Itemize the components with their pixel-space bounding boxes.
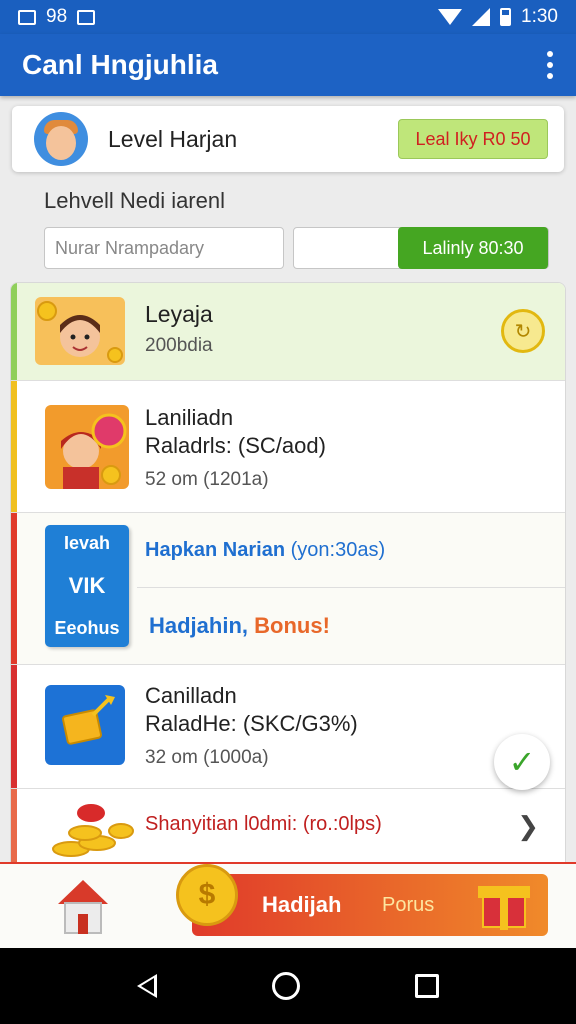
row-stripe <box>11 665 17 788</box>
character-image <box>45 405 129 489</box>
system-nav-bar <box>0 948 576 1024</box>
item-detail: Raladrls: (SC/aod) <box>145 433 326 458</box>
status-bar: 98 1:30 <box>0 0 576 34</box>
bonus-banner-label: Hadijah <box>262 892 342 917</box>
signal-icon <box>472 8 491 26</box>
list-item[interactable]: Laniliadn Raladrls: (SC/aod) 52 om (1201… <box>11 381 565 513</box>
status-left: 98 <box>18 6 96 28</box>
refresh-icon[interactable]: ↻ <box>501 309 545 353</box>
back-icon[interactable] <box>137 974 158 998</box>
level-name: Level Harjan <box>108 125 238 152</box>
avatar <box>34 112 88 166</box>
list-item[interactable]: Canilladn RaladHe: (SKC/G3%) 32 om (1000… <box>11 665 565 789</box>
row-stripe <box>11 513 17 664</box>
row-stripe <box>11 789 17 862</box>
divider <box>137 587 565 588</box>
coin-icon: $ <box>176 864 238 926</box>
item-subtitle: 200bdia <box>145 335 213 356</box>
item-meta: 52 om (1201a) <box>145 469 269 490</box>
list-item[interactable]: Ievah VIK Eeohus Hapkan Narian (yon:30as… <box>11 513 565 665</box>
notification-icon <box>18 9 36 25</box>
level-card: Level Harjan Leal Iky R0 50 <box>12 106 564 172</box>
bonus-banner-sub: Porus <box>382 894 435 916</box>
bonus-card-bottom: Eeohus <box>54 618 120 638</box>
search-button[interactable]: Lalinly 80:30 <box>398 227 548 269</box>
row-stripe <box>11 381 17 512</box>
bonus-banner-button[interactable]: $ Hadijah Porus <box>176 864 548 936</box>
item-title: Laniliadn <box>145 405 234 430</box>
item-title-light: (yon:30as) <box>290 539 386 561</box>
list-item[interactable]: Shanyitian l0dmi: (ro.:0lps) ❯ <box>11 789 565 862</box>
status-left-text: 98 <box>46 6 68 27</box>
item-meta: 32 om (1000a) <box>145 747 269 768</box>
bottom-bar: $ Hadijah Porus <box>0 862 576 948</box>
chevron-right-icon[interactable]: ❯ <box>517 811 539 842</box>
app-title: Canl Hngjuhlia <box>22 49 218 80</box>
check-icon[interactable]: ✓ <box>494 734 550 790</box>
recents-icon[interactable] <box>414 974 439 998</box>
row-stripe <box>11 283 17 380</box>
item-title: Shanyitian l0dmi: (ro.:0lps) <box>145 813 382 835</box>
home-nav-icon[interactable] <box>271 972 300 1000</box>
bonus-card-mid: VIK <box>68 573 106 598</box>
bonus-card-top: Ievah <box>63 533 111 553</box>
item-detail: RaladHe: (SKC/G3%) <box>145 711 358 736</box>
home-icon[interactable] <box>58 880 108 936</box>
wifi-icon <box>438 9 463 25</box>
message-icon <box>77 9 96 25</box>
offer-list: Leyaja 200bdia ↻ Laniliadn Raladrls: (SC… <box>10 282 566 862</box>
status-time: 1:30 <box>521 6 558 27</box>
item-subtitle-main: Hadjahin, <box>149 613 249 638</box>
item-title: Hapkan Narian (yon:30as) <box>145 539 385 562</box>
coin-stack-icon <box>41 799 137 859</box>
search-input[interactable]: Nurar Nrampadary <box>44 227 284 269</box>
item-subtitle: Hadjahin, Bonus! <box>149 613 330 639</box>
item-title: Leyaja <box>145 301 213 327</box>
item-subtitle-accent: Bonus! <box>254 613 330 638</box>
vip-bonus-card: Ievah VIK Eeohus <box>45 525 129 647</box>
status-right: 1:30 <box>438 6 558 28</box>
avatar-image <box>35 297 125 365</box>
app-bar: Canl Hngjuhlia <box>0 34 576 96</box>
battery-icon <box>500 8 512 26</box>
level-button[interactable]: Leal Iky R0 50 <box>398 119 548 159</box>
main-content: Level Harjan Leal Iky R0 50 Lehvell Nedi… <box>0 96 576 862</box>
section-title: Lehvell Nedi iarenl <box>44 188 225 213</box>
item-title-bold: Hapkan Narian <box>145 539 286 561</box>
box-image <box>45 685 125 765</box>
item-title: Canilladn <box>145 683 237 708</box>
gift-icon <box>478 876 530 930</box>
menu-icon[interactable] <box>546 51 554 79</box>
list-item[interactable]: Leyaja 200bdia ↻ <box>11 283 565 381</box>
